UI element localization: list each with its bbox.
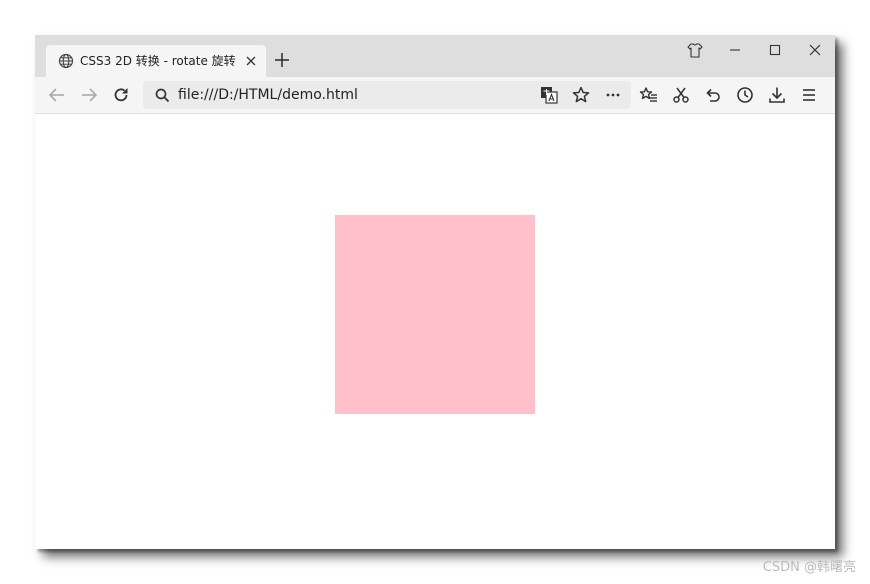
page-content (35, 114, 835, 549)
scissors-icon[interactable] (671, 85, 691, 105)
menu-icon[interactable] (799, 85, 819, 105)
close-window-icon[interactable] (803, 40, 827, 60)
browser-window: CSS3 2D 转换 - rotate 旋转 file:///D:/HTML/d… (35, 35, 835, 549)
tab-active[interactable]: CSS3 2D 转换 - rotate 旋转 (46, 45, 266, 77)
minimize-icon[interactable] (723, 40, 747, 60)
new-tab-icon[interactable] (273, 51, 291, 69)
rotated-box (335, 215, 535, 414)
forward-icon[interactable] (79, 85, 99, 105)
reload-icon[interactable] (111, 85, 131, 105)
undo-icon[interactable] (703, 85, 723, 105)
skin-icon[interactable] (683, 40, 707, 60)
title-bar: CSS3 2D 转换 - rotate 旋转 (35, 35, 835, 77)
favorites-list-icon[interactable] (639, 85, 659, 105)
maximize-icon[interactable] (763, 40, 787, 60)
screenshot: CSS3 2D 转换 - rotate 旋转 file:///D:/HTML/d… (0, 0, 870, 584)
search-icon (155, 88, 170, 103)
download-icon[interactable] (767, 85, 787, 105)
globe-icon (58, 53, 74, 69)
watermark: CSDN @韩曙亮 (762, 560, 856, 575)
url-text[interactable]: file:///D:/HTML/demo.html (178, 86, 358, 104)
navigation-toolbar: file:///D:/HTML/demo.html (35, 77, 835, 114)
more-icon[interactable] (603, 85, 623, 105)
back-icon[interactable] (47, 85, 67, 105)
translate-icon[interactable] (539, 85, 559, 105)
tab-title: CSS3 2D 转换 - rotate 旋转 (80, 54, 236, 68)
close-tab-icon[interactable] (244, 54, 258, 68)
address-bar[interactable]: file:///D:/HTML/demo.html (143, 81, 631, 109)
history-icon[interactable] (735, 85, 755, 105)
star-icon[interactable] (571, 85, 591, 105)
